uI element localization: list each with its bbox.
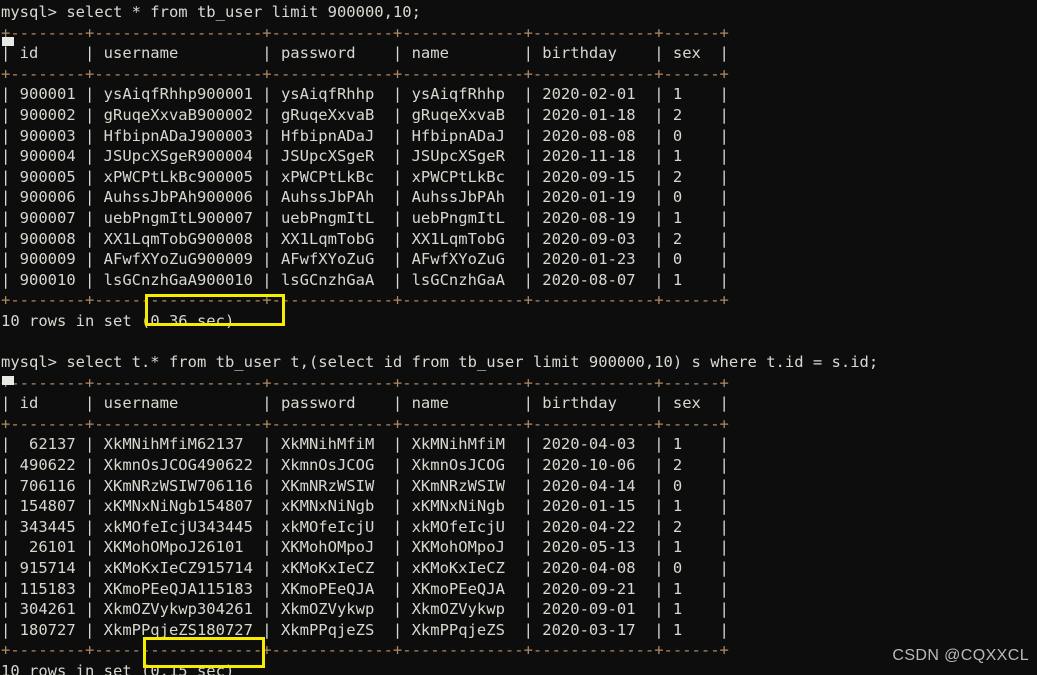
terminal-cursor-1 — [2, 37, 14, 46]
table-row: | 900001 | ysAiqfRhhp900001 | ysAiqfRhhp… — [1, 85, 729, 104]
table-row: | 154807 | xKMNxNiNgb154807 | xKMNxNiNgb… — [1, 497, 729, 516]
terminal-output: mysql> select * from tb_user limit 90000… — [0, 0, 1037, 675]
table-row: | 343445 | xkMOfeIcjU343445 | xkMOfeIcjU… — [1, 517, 729, 536]
table-row: | 900002 | gRuqeXxvaB900002 | gRuqeXxvaB… — [1, 105, 729, 124]
table-row: | 900009 | AFwfXYoZuG900009 | AFwfXYoZuG… — [1, 250, 729, 269]
status-line: 10 rows in set (0.15 sec) — [0, 661, 1037, 675]
rows-count-label: 10 rows in set — [1, 311, 141, 330]
table-rule: +--------+------------------+-----------… — [1, 64, 729, 83]
table-row: | 900004 | JSUpcXSgeR900004 | JSUpcXSgeR… — [1, 147, 729, 166]
rows-count-label: 10 rows in set — [1, 662, 141, 675]
watermark: CSDN @CQXXCL — [892, 647, 1029, 665]
mysql-terminal[interactable]: mysql> select * from tb_user limit 90000… — [0, 0, 1037, 675]
table-rule: +--------+------------------+-----------… — [1, 641, 729, 660]
table-row: | 180727 | XkmPPqjeZS180727 | XkmPPqjeZS… — [1, 620, 729, 639]
table-row: | 26101 | XKMohOMpoJ26101 | XKMohOMpoJ |… — [1, 538, 729, 557]
sql-query-line: mysql> select * from tb_user limit 90000… — [1, 3, 421, 21]
table-rule: +--------+------------------+-----------… — [1, 414, 729, 433]
table-rule: +--------+------------------+-----------… — [1, 23, 729, 42]
table-rule: +--------+------------------+-----------… — [1, 373, 729, 392]
table-row: | 900007 | uebPngmItL900007 | uebPngmItL… — [1, 208, 729, 227]
query-time-value: (0.36 sec) — [140, 311, 235, 330]
table-row: | 706116 | XKmNRzWSIW706116 | XKmNRzWSIW… — [1, 476, 729, 495]
table-row: | 115183 | XKmoPEeQJA115183 | XKmoPEeQJA… — [1, 579, 729, 598]
status-line: 10 rows in set (0.36 sec) — [0, 311, 1037, 332]
table-rule: +--------+------------------+-----------… — [1, 291, 729, 310]
table-row: | 62137 | XkMNihMfiM62137 | XkMNihMfiM |… — [1, 435, 729, 454]
terminal-cursor-2 — [2, 376, 14, 385]
table-header-row: | id | username | password | name | birt… — [1, 44, 729, 63]
table-row: | 915714 | xKMoKxIeCZ915714 | xKMoKxIeCZ… — [1, 559, 729, 578]
table-row: | 304261 | XkmOZVykwp304261 | XkmOZVykwp… — [1, 600, 729, 619]
table-row: | 900010 | lsGCnzhGaA900010 | lsGCnzhGaA… — [1, 270, 729, 289]
sql-query-line: mysql> select t.* from tb_user t,(select… — [1, 353, 879, 372]
table-row: | 900008 | XX1LqmTobG900008 | XX1LqmTobG… — [1, 229, 729, 248]
table-header-row: | id | username | password | name | birt… — [1, 394, 729, 413]
table-row: | 900003 | HfbipnADaJ900003 | HfbipnADaJ… — [1, 126, 729, 145]
query-time-value: (0.15 sec) — [140, 662, 235, 675]
table-row: | 900006 | AuhssJbPAh900006 | AuhssJbPAh… — [1, 188, 729, 207]
table-row: | 900005 | xPWCPtLkBc900005 | xPWCPtLkBc… — [1, 167, 729, 186]
table-row: | 490622 | XkmnOsJCOG490622 | XkmnOsJCOG… — [1, 456, 729, 475]
